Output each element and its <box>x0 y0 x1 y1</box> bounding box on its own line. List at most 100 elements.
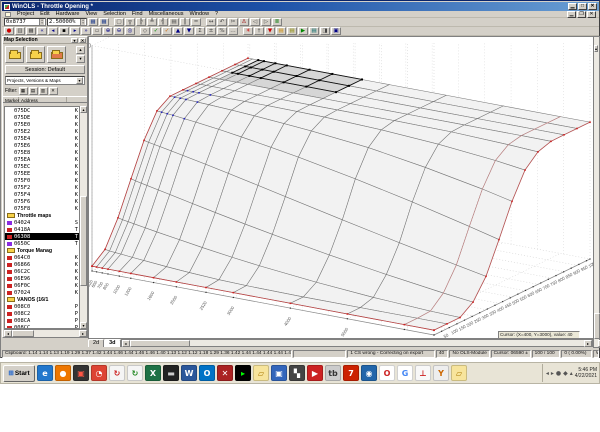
panel-down-button[interactable]: ▾ <box>76 55 85 63</box>
percent-button[interactable]: % <box>217 27 227 35</box>
chart-hscroll-thumb[interactable] <box>129 340 190 347</box>
chart-scroll-right-icon[interactable]: ▸ <box>584 340 592 347</box>
menu-item-project[interactable]: Project <box>17 11 34 17</box>
scroll-down-icon[interactable]: ▾ <box>80 322 87 329</box>
tray-network-icon[interactable]: ▸ <box>551 370 554 377</box>
wrench-app-icon[interactable]: Y <box>433 365 449 381</box>
map-list-row[interactable]: 075EA K <box>5 156 81 163</box>
view-selector[interactable]: Projects, Versions & Maps ▾ <box>5 76 85 85</box>
mdi-close-button[interactable]: ✕ <box>587 10 596 18</box>
scroll-up-icon[interactable]: ▴ <box>80 106 87 113</box>
scroll-left-icon[interactable]: ◂ <box>4 330 12 337</box>
explorer-icon[interactable]: ▣ <box>271 365 287 381</box>
next-map-button[interactable]: ▷ <box>261 18 271 26</box>
zoom-combo[interactable]: 2.50000% ▴ ▾ <box>47 18 87 26</box>
browser-orange-icon[interactable]: ● <box>55 365 71 381</box>
columns-button[interactable]: ║ <box>180 18 190 26</box>
media-dark-icon[interactable]: ▬ <box>163 365 179 381</box>
import-button[interactable] <box>47 46 66 63</box>
2d-view-button[interactable]: ▢ <box>114 18 124 26</box>
map-list-row[interactable]: 075E8 K <box>5 149 81 156</box>
chart-scroll-thumb[interactable] <box>594 313 600 339</box>
panel-pin-icon[interactable]: ▾ <box>71 37 78 43</box>
map-list-row[interactable]: 075F8 K <box>5 205 81 212</box>
menu-item-view[interactable]: View <box>85 11 97 17</box>
panel-hscroll-thumb[interactable] <box>12 330 34 337</box>
axis-left-button[interactable]: ╠ <box>136 18 146 26</box>
offset-spinner[interactable]: ▴ ▾ <box>39 18 44 25</box>
filter-text-button[interactable]: ▥ <box>38 87 48 95</box>
more-button[interactable]: … <box>228 27 238 35</box>
zoom-out-button[interactable]: ⊖ <box>114 27 124 35</box>
map-list-row[interactable]: 06F0C K <box>5 282 81 289</box>
compare-button[interactable]: ◇ <box>140 27 150 35</box>
run-button[interactable]: ▶ <box>298 27 308 35</box>
menu-item-selection[interactable]: Selection <box>103 11 126 17</box>
chevron-down-icon[interactable]: ▾ <box>76 77 83 84</box>
map-list-row[interactable]: 075E6 K <box>5 142 81 149</box>
map-list-row[interactable]: 075F6 K <box>5 198 81 205</box>
last-button[interactable]: » <box>81 27 91 35</box>
start-button[interactable]: ⊞ Start <box>3 364 35 382</box>
map-folder-row[interactable]: Torque Manag <box>5 247 81 254</box>
offset-combo[interactable]: 0x8737 ▴ ▾ <box>4 18 46 26</box>
mdi-minimize-button[interactable]: ▁ <box>567 10 576 18</box>
throttle-map-3d-surface[interactable]: 1405206007008001000120016002000252030004… <box>89 37 593 339</box>
folder-2-icon[interactable]: ▱ <box>451 365 467 381</box>
menu-item-window[interactable]: Window <box>189 11 209 17</box>
map-list-row[interactable]: 07024 K <box>5 289 81 296</box>
scroll-right-icon[interactable]: ▸ <box>79 330 87 337</box>
panel-scroll-thumb[interactable] <box>80 196 87 286</box>
text-view-button[interactable]: ▦ <box>99 18 109 26</box>
folder-icon[interactable]: ▱ <box>253 365 269 381</box>
winols-icon[interactable]: ▚ <box>289 365 305 381</box>
panel-vertical-scrollbar[interactable]: ▴ ▾ <box>79 106 87 329</box>
map-list-row[interactable]: 075E4 K <box>5 135 81 142</box>
panel-close-icon[interactable]: ✕ <box>79 37 86 43</box>
map-list[interactable]: 075DC K 075DE K 075E0 K 075E2 K 075E4 K 075E6 K 075E… <box>4 106 81 329</box>
editor-red-icon[interactable]: ✕ <box>217 365 233 381</box>
panel-up-button[interactable]: ▴ <box>76 46 85 54</box>
tab-2d[interactable]: 2d <box>88 339 105 347</box>
map-list-row[interactable]: 0650C T <box>5 240 81 247</box>
map-list-row[interactable]: 075EE K <box>5 170 81 177</box>
map-list-row[interactable]: 075F2 K <box>5 184 81 191</box>
map-list-row[interactable]: 075EC K <box>5 163 81 170</box>
cut-button[interactable]: ✂ <box>228 18 238 26</box>
chart-vertical-scrollbar[interactable]: ▴ ▾ <box>593 36 600 348</box>
chart-scroll-left-icon[interactable]: ◂ <box>121 340 130 347</box>
split-view-button[interactable]: ◨ <box>320 27 330 35</box>
drop-marker-button[interactable]: ▼ <box>265 27 275 35</box>
map-list-row-selected[interactable]: 06308 T <box>5 233 81 240</box>
mdi-child-icon[interactable] <box>5 11 11 17</box>
axis-right-button[interactable]: ╣ <box>158 18 168 26</box>
google-icon[interactable]: G <box>397 365 413 381</box>
menu-item-find[interactable]: Find <box>132 11 143 17</box>
increase-button[interactable]: ▲ <box>173 27 183 35</box>
next-button[interactable]: ▸ <box>70 27 80 35</box>
list-view-button[interactable]: ▤ <box>309 27 319 35</box>
internet-explorer-icon[interactable]: e <box>37 365 53 381</box>
special-button[interactable]: ✳ <box>243 27 253 35</box>
minimize-button[interactable]: ▁ <box>568 3 577 10</box>
filter-clear-button[interactable]: ✕ <box>48 87 58 95</box>
table-version-button[interactable]: ▦ <box>26 27 36 35</box>
map-list-row[interactable]: 075E2 K <box>5 128 81 135</box>
word-icon[interactable]: W <box>181 365 197 381</box>
table-original-button[interactable]: ▥ <box>15 27 25 35</box>
marker-button[interactable]: † <box>254 27 264 35</box>
undo-button[interactable]: ↶ <box>217 18 227 26</box>
maximize-button[interactable]: □ <box>578 3 587 10</box>
color-list-button[interactable]: ≣ <box>272 18 282 26</box>
first-button[interactable]: « <box>37 27 47 35</box>
chrome-icon[interactable]: ◔ <box>91 365 107 381</box>
folder-olive-button[interactable]: ▤ <box>287 27 297 35</box>
map-list-row[interactable]: 008C2 P <box>5 310 81 317</box>
rows-button[interactable]: ═ <box>191 18 201 26</box>
sum-button[interactable]: Σ <box>195 27 205 35</box>
zoom-in-button[interactable]: ⊕ <box>103 27 113 35</box>
map-3d-view[interactable]: 1405206007008001000120016002000252030004… <box>88 36 593 339</box>
excel-icon[interactable]: X <box>145 365 161 381</box>
session-button[interactable]: Session: Default <box>5 65 85 74</box>
zoom-spinner[interactable]: ▴ ▾ <box>80 18 85 25</box>
